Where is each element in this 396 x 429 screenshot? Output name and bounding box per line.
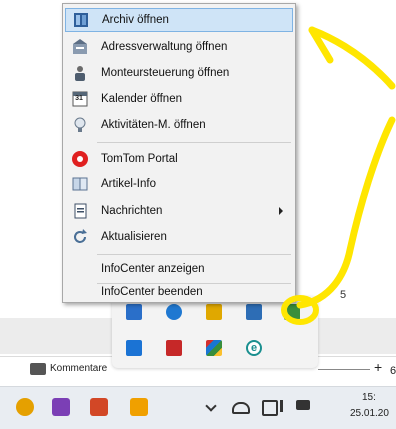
annotation-arrow-head <box>308 26 396 90</box>
annotation-arrow-line <box>296 116 396 309</box>
annotation-overlay <box>281 26 396 325</box>
